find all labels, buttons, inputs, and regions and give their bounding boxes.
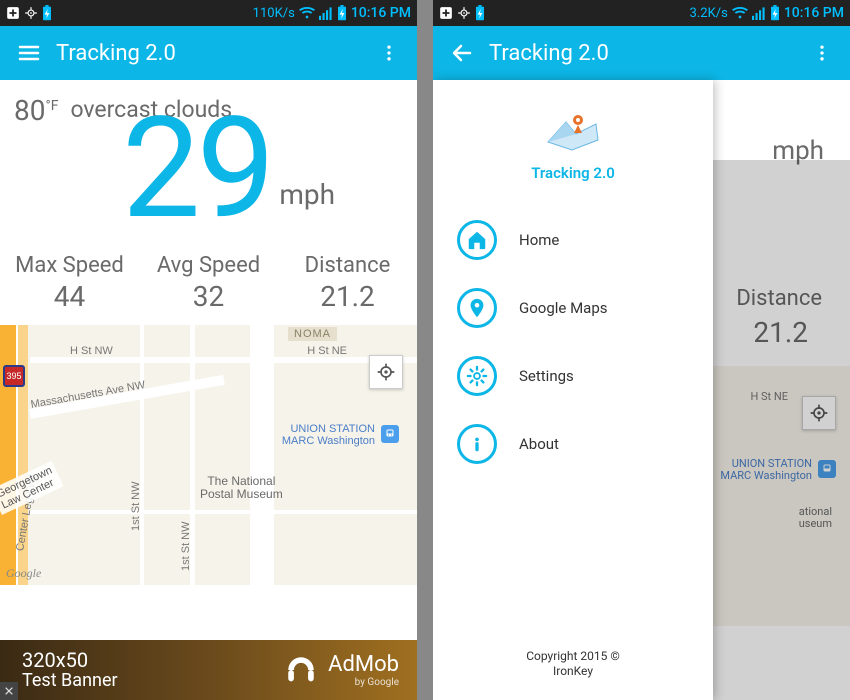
menu-button[interactable] <box>8 32 50 74</box>
road-h2 <box>30 510 417 514</box>
battery-charging-icon <box>770 5 780 21</box>
drawer-app-name: Tracking 2.0 <box>433 164 713 182</box>
ad-size: 320x50 <box>22 648 88 672</box>
road-label-1st-a: 1st St NW <box>130 481 142 531</box>
overflow-button[interactable] <box>371 32 407 74</box>
drawer-item-label: Settings <box>519 367 574 385</box>
dashboard-top: 80 °F overcast clouds 29 mph <box>0 80 417 247</box>
ad-brand: AdMob <box>328 652 399 677</box>
ad-close-button[interactable] <box>0 682 18 700</box>
drawer-item-label: Home <box>519 231 559 249</box>
status-bar: 110K/s 10:16 PM <box>0 0 417 26</box>
close-icon <box>4 686 14 696</box>
my-location-button[interactable] <box>369 355 403 389</box>
battery-charging-icon <box>337 5 347 21</box>
drawer-items: Home Google Maps Settings About <box>433 196 713 639</box>
stat-avg-speed: Avg Speed 32 <box>139 253 278 313</box>
copyright-line1: Copyright 2015 © <box>433 649 713 665</box>
phone-drawer: 3.2K/s 10:16 PM Tracking 2.0 mph Distanc… <box>433 0 850 700</box>
stat-label: Avg Speed <box>139 253 278 278</box>
stat-value: 44 <box>0 280 139 313</box>
stat-label: Max Speed <box>0 253 139 278</box>
app-bar: Tracking 2.0 <box>433 26 850 80</box>
speed-unit: mph <box>279 178 335 211</box>
temperature-unit: °F <box>45 98 58 114</box>
map-view[interactable]: 395 NOMA H St NW H St NE Massachusetts A… <box>0 325 417 585</box>
drawer-item-about[interactable]: About <box>433 410 713 478</box>
gps-icon <box>24 6 38 20</box>
drawer-item-label: Google Maps <box>519 299 608 317</box>
hamburger-icon <box>17 41 41 65</box>
road-label-1st-b: 1st St NW <box>180 521 192 571</box>
ad-label: Test Banner <box>22 672 118 690</box>
phone-dashboard: 110K/s 10:16 PM Tracking 2.0 80 °F <box>0 0 417 700</box>
road-h-st <box>30 357 417 363</box>
wifi-icon <box>299 6 315 20</box>
road-label-h-nw: H St NW <box>70 345 113 357</box>
road-main <box>250 325 274 585</box>
stats-row: Max Speed 44 Avg Speed 32 Distance 21.2 <box>0 247 417 325</box>
clock: 10:16 PM <box>351 5 411 21</box>
battery-saver-icon <box>475 5 485 21</box>
app-bar: Tracking 2.0 <box>0 26 417 80</box>
app-logo-icon <box>538 108 608 156</box>
temperature-value: 80 <box>14 94 45 127</box>
temperature: 80 °F <box>14 94 58 127</box>
speed-value: 29 <box>122 99 271 239</box>
transit-union-station: UNION STATION MARC Washington <box>282 423 375 447</box>
road-label-h-ne: H St NE <box>307 345 347 357</box>
home-icon <box>457 220 497 260</box>
copyright-line2: IronKey <box>433 664 713 680</box>
drawer-header: Tracking 2.0 <box>433 80 713 196</box>
signal-icon <box>752 6 766 20</box>
transit-icon <box>381 425 399 443</box>
wifi-icon <box>732 6 748 20</box>
network-rate: 3.2K/s <box>690 6 728 21</box>
admob-icon <box>284 653 318 687</box>
neighborhood-noma: NOMA <box>288 327 337 341</box>
clock: 10:16 PM <box>784 5 844 21</box>
gps-icon <box>457 6 471 20</box>
drawer-footer: Copyright 2015 © IronKey <box>433 639 713 700</box>
stat-max-speed: Max Speed 44 <box>0 253 139 313</box>
gear-icon <box>457 356 497 396</box>
status-bar: 3.2K/s 10:16 PM <box>433 0 850 26</box>
stat-value: 21.2 <box>278 280 417 313</box>
route-shield-395: 395 <box>3 365 25 387</box>
ad-brand-sub: by Google <box>328 677 399 688</box>
drawer-item-home[interactable]: Home <box>433 206 713 274</box>
crosshair-icon <box>376 362 396 382</box>
plus-icon <box>6 6 20 20</box>
plus-icon <box>439 6 453 20</box>
stat-label: Distance <box>278 253 417 278</box>
map-pin-icon <box>457 288 497 328</box>
battery-saver-icon <box>42 5 52 21</box>
navigation-drawer: Tracking 2.0 Home Google Maps Settings <box>433 80 713 700</box>
google-attribution: Google <box>6 566 41 581</box>
app-title: Tracking 2.0 <box>56 41 371 66</box>
drawer-item-label: About <box>519 435 559 453</box>
stat-value: 32 <box>139 280 278 313</box>
back-button[interactable] <box>441 32 483 74</box>
drawer-item-maps[interactable]: Google Maps <box>433 274 713 342</box>
poi-postal-museum: The National Postal Museum <box>200 475 283 501</box>
network-rate: 110K/s <box>253 6 295 21</box>
arrow-back-icon <box>450 41 474 65</box>
signal-icon <box>319 6 333 20</box>
drawer-item-settings[interactable]: Settings <box>433 342 713 410</box>
info-icon <box>457 424 497 464</box>
more-vert-icon <box>812 43 832 63</box>
ad-banner[interactable]: 320x50 Test Banner AdMob by Google <box>0 640 417 700</box>
road-vert-2 <box>140 325 144 585</box>
app-title: Tracking 2.0 <box>489 41 804 66</box>
more-vert-icon <box>379 43 399 63</box>
overflow-button[interactable] <box>804 32 840 74</box>
stat-distance: Distance 21.2 <box>278 253 417 313</box>
